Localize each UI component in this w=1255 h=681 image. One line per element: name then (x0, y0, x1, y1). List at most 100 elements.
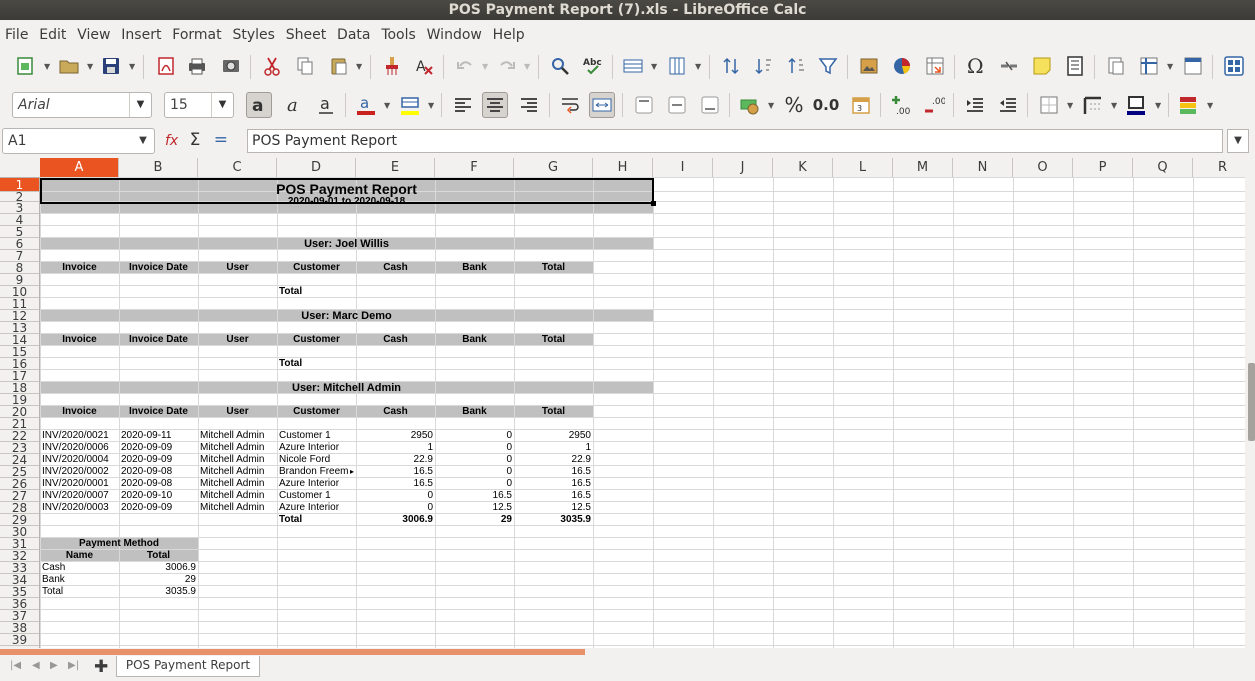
redo-dropdown-icon[interactable]: ▼ (524, 62, 530, 71)
table-cell[interactable]: 16.5 (516, 478, 591, 490)
add-decimal-icon[interactable]: .00 (888, 92, 914, 118)
formula-input[interactable]: POS Payment Report (247, 129, 1223, 153)
menu-help[interactable]: Help (488, 24, 525, 46)
payment-method-total[interactable]: 3035.9 (121, 586, 196, 598)
name-box-dropdown-icon[interactable]: ▼ (132, 129, 154, 153)
table-cell[interactable]: Brandon Freem (279, 466, 354, 478)
column-header[interactable]: E (356, 158, 435, 178)
column-dropdown-icon[interactable]: ▼ (695, 62, 701, 71)
hyperlink-icon[interactable] (996, 53, 1022, 79)
undo-icon[interactable] (452, 53, 478, 79)
table-cell[interactable]: 16.5 (516, 466, 591, 478)
table-cell[interactable]: Nicole Ford (279, 454, 354, 466)
define-print-area-icon[interactable] (1103, 53, 1129, 79)
clear-formatting-icon[interactable]: A (411, 53, 437, 79)
column-label[interactable]: Cash (358, 406, 433, 418)
highlight-dropdown-icon[interactable]: ▼ (428, 101, 434, 110)
delete-decimal-icon[interactable]: .00 (921, 92, 947, 118)
user-section-title[interactable]: User: Mitchell Admin (42, 382, 651, 394)
font-name-dropdown-icon[interactable]: ▼ (129, 93, 151, 117)
table-cell[interactable]: Azure Interior (279, 502, 354, 514)
menu-format[interactable]: Format (167, 24, 221, 46)
table-cell[interactable]: 1 (516, 442, 591, 454)
date-format-icon[interactable]: 3 (848, 92, 874, 118)
previous-sheet-icon[interactable]: ◀ (32, 660, 40, 671)
table-cell[interactable]: 2020-09-11 (121, 430, 196, 442)
table-cell[interactable]: 22.9 (358, 454, 433, 466)
vertical-scroll-thumb[interactable] (1248, 363, 1255, 441)
column-header[interactable]: I (653, 158, 713, 178)
column-label[interactable]: Total (516, 406, 591, 418)
column-header[interactable]: B (119, 158, 198, 178)
align-bottom-icon[interactable] (697, 92, 723, 118)
table-cell[interactable]: INV/2020/0007 (42, 490, 117, 502)
border-color-dropdown-icon[interactable]: ▼ (1155, 101, 1161, 110)
open-folder-icon[interactable] (56, 53, 82, 79)
menu-styles[interactable]: Styles (227, 24, 274, 46)
borders-icon[interactable] (1036, 92, 1062, 118)
export-pdf-icon[interactable] (153, 53, 179, 79)
total-label[interactable]: Total (279, 514, 354, 526)
table-cell[interactable]: Mitchell Admin (200, 442, 275, 454)
table-cell[interactable]: 2020-09-09 (121, 442, 196, 454)
column-header[interactable]: R (1193, 158, 1245, 178)
table-cell[interactable]: INV/2020/0003 (42, 502, 117, 514)
sort-descending-icon[interactable] (783, 53, 809, 79)
conditional-format-icon[interactable] (1175, 92, 1201, 118)
bold-icon[interactable]: a (246, 92, 272, 118)
table-cell[interactable]: 2020-09-09 (121, 502, 196, 514)
cut-icon[interactable] (259, 53, 285, 79)
payment-method-name[interactable]: Cash (42, 562, 117, 574)
border-style-dropdown-icon[interactable]: ▼ (1111, 101, 1117, 110)
merge-center-icon[interactable] (589, 92, 615, 118)
payment-name-header[interactable]: Name (42, 550, 117, 562)
column-label[interactable]: Bank (437, 334, 512, 346)
currency-dropdown-icon[interactable]: ▼ (768, 101, 774, 110)
column-label[interactable]: Invoice Date (121, 334, 196, 346)
column-header[interactable]: L (833, 158, 893, 178)
special-character-icon[interactable]: Ω (963, 53, 989, 79)
paste-icon[interactable] (326, 53, 352, 79)
italic-icon[interactable]: a (280, 92, 306, 118)
align-top-icon[interactable] (631, 92, 657, 118)
row-dropdown-icon[interactable]: ▼ (651, 62, 657, 71)
sum-icon[interactable]: Σ (190, 130, 201, 150)
table-cell[interactable]: Customer 1 (279, 490, 354, 502)
menu-view[interactable]: View (72, 24, 110, 46)
column-header[interactable]: C (198, 158, 277, 178)
open-dropdown-icon[interactable]: ▼ (87, 62, 93, 71)
column-label[interactable]: Customer (279, 334, 354, 346)
table-cell[interactable]: 0 (437, 466, 512, 478)
table-cell[interactable]: Mitchell Admin (200, 490, 275, 502)
sidebar-icon[interactable] (1221, 53, 1247, 79)
headers-footers-icon[interactable] (1062, 53, 1088, 79)
wrap-text-icon[interactable] (557, 92, 583, 118)
sort-icon[interactable] (718, 53, 744, 79)
name-box[interactable]: A1 ▼ (2, 128, 155, 154)
freeze-dropdown-icon[interactable]: ▼ (1167, 62, 1173, 71)
column-label[interactable]: Total (516, 262, 591, 274)
column-label[interactable]: Invoice Date (121, 406, 196, 418)
function-wizard-icon[interactable]: fx (165, 133, 178, 149)
font-color-dropdown-icon[interactable]: ▼ (384, 101, 390, 110)
font-size-dropdown-icon[interactable]: ▼ (211, 93, 233, 117)
menu-data[interactable]: Data (332, 24, 370, 46)
print-preview-icon[interactable] (218, 53, 244, 79)
column-label[interactable]: Invoice (42, 334, 117, 346)
payment-method-name[interactable]: Bank (42, 574, 117, 586)
column-header[interactable]: O (1013, 158, 1073, 178)
table-cell[interactable]: 2950 (358, 430, 433, 442)
column-label[interactable]: User (200, 334, 275, 346)
column-label[interactable]: Bank (437, 406, 512, 418)
column-header[interactable]: P (1073, 158, 1133, 178)
freeze-rows-columns-icon[interactable] (1136, 53, 1162, 79)
column-header[interactable]: A (40, 158, 119, 178)
table-cell[interactable]: 2950 (516, 430, 591, 442)
highlight-color-icon[interactable] (397, 92, 423, 118)
insert-image-icon[interactable] (856, 53, 882, 79)
column-label[interactable]: Cash (358, 262, 433, 274)
table-cell[interactable]: INV/2020/0006 (42, 442, 117, 454)
formula-icon[interactable]: = (214, 130, 228, 150)
column-label[interactable]: Cash (358, 334, 433, 346)
center-vertically-icon[interactable] (664, 92, 690, 118)
